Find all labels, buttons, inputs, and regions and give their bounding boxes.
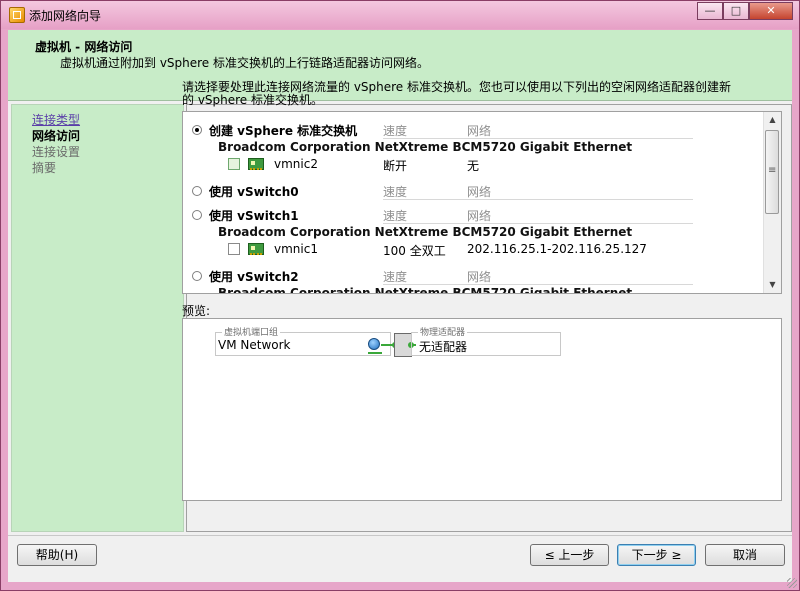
radio-vswitch2[interactable] [192,271,202,281]
globe-icon [368,338,380,350]
speed-header: 速度 [383,270,408,284]
adapter-label: Broadcom Corporation NetXtreme BCM5720 G… [218,140,633,154]
nic-name: vmnic1 [274,242,318,256]
portgroup-caption: 虚拟机端口组 [222,325,281,338]
preview-label: 预览: [182,304,211,318]
divider [383,284,693,285]
preview-panel: 虚拟机端口组 VM Network 物理适配器 无适配器 [182,318,782,501]
portgroup-name: VM Network [218,338,291,352]
switch-option-vswitch2[interactable]: 使用 vSwitch2 速度 网络 [183,268,763,286]
window-title: 添加网络向导 [29,9,102,23]
switch-option-vswitch0[interactable]: 使用 vSwitch0 速度 网络 [183,183,763,201]
scroll-thumb[interactable] [765,130,779,214]
portgroup-link-bar [368,352,382,354]
switch-option-label: 创建 vSphere 标准交换机 [209,124,358,138]
switch-option-create[interactable]: 创建 vSphere 标准交换机 速度 网络 [183,122,763,140]
network-header: 网络 [467,209,492,223]
speed-header: 速度 [383,124,408,138]
maximize-button[interactable]: □ [723,2,749,20]
divider [383,138,693,139]
adapter-label: Broadcom Corporation NetXtreme BCM5720 G… [218,225,633,239]
speed-header: 速度 [383,185,408,199]
instruction-text: 请选择要处理此连接网络流量的 vSphere 标准交换机。您也可以使用以下列出的… [182,80,732,107]
step-connection-settings: 连接设置 [32,145,81,159]
radio-vswitch0[interactable] [192,186,202,196]
title-bar[interactable]: 添加网络向导 — □ ✕ [1,1,799,29]
nic-network: 无 [467,159,480,173]
scroll-down-arrow-icon[interactable]: ▼ [764,278,781,292]
nic-speed: 100 全双工 [383,244,446,258]
nic-row-vmnic2[interactable]: vmnic2 断开 无 [183,156,763,174]
add-network-wizard-window: 添加网络向导 — □ ✕ 虚拟机 - 网络访问 虚拟机通过附加到 vSphere… [0,0,800,591]
scroll-up-arrow-icon[interactable]: ▲ [764,113,781,127]
footer-divider [8,535,792,536]
switch-list: 创建 vSphere 标准交换机 速度 网络 Broadcom Corporat… [182,111,782,294]
step-summary: 摘要 [32,161,57,175]
resize-grip-icon[interactable] [787,578,797,588]
step-network-access: 网络访问 [32,129,81,143]
network-header: 网络 [467,124,492,138]
nic-speed: 断开 [383,159,408,173]
wizard-steps-panel: 连接类型 网络访问 连接设置 摘要 [11,104,184,532]
nic-name: vmnic2 [274,157,318,171]
cancel-button[interactable]: 取消 [705,544,785,566]
vmnic1-checkbox[interactable] [228,243,240,255]
switch-option-label: 使用 vSwitch1 [209,209,299,223]
switch-option-vswitch1[interactable]: 使用 vSwitch1 速度 网络 [183,207,763,225]
network-card-icon [248,158,264,170]
switch-option-label: 使用 vSwitch2 [209,270,299,284]
adapter-value: 无适配器 [419,340,468,354]
physical-adapter-box: 物理适配器 无适配器 [411,325,561,356]
close-button[interactable]: ✕ [749,2,793,20]
page-subtitle: 虚拟机通过附加到 vSphere 标准交换机的上行链路适配器访问网络。 [60,56,430,70]
network-header: 网络 [467,270,492,284]
network-header: 网络 [467,185,492,199]
speed-header: 速度 [383,209,408,223]
next-button[interactable]: 下一步 ≥ [617,544,696,566]
radio-vswitch1[interactable] [192,210,202,220]
portgroup-box: 虚拟机端口组 VM Network [215,325,391,356]
nic-network: 202.116.25.1-202.116.25.127 [467,242,647,256]
adapter-label: Broadcom Corporation NetXtreme BCM5720 G… [218,286,633,294]
divider [383,199,693,200]
adapter-caption: 物理适配器 [418,325,468,338]
network-card-icon [248,243,264,255]
step-connection-type[interactable]: 连接类型 [32,113,80,128]
radio-create-switch[interactable] [192,125,202,135]
divider [383,223,693,224]
page-title: 虚拟机 - 网络访问 [35,40,133,54]
back-button[interactable]: ≤ 上一步 [530,544,609,566]
help-button[interactable]: 帮助(H) [17,544,97,566]
switch-option-label: 使用 vSwitch0 [209,185,299,199]
nic-row-vmnic1[interactable]: vmnic1 100 全双工 202.116.25.1-202.116.25.1… [183,241,763,259]
app-icon [9,7,25,23]
window-controls: — □ ✕ [697,2,793,20]
vmnic2-checkbox[interactable] [228,158,240,170]
list-scrollbar[interactable]: ▲ ▼ [763,112,781,293]
minimize-button[interactable]: — [697,2,723,20]
